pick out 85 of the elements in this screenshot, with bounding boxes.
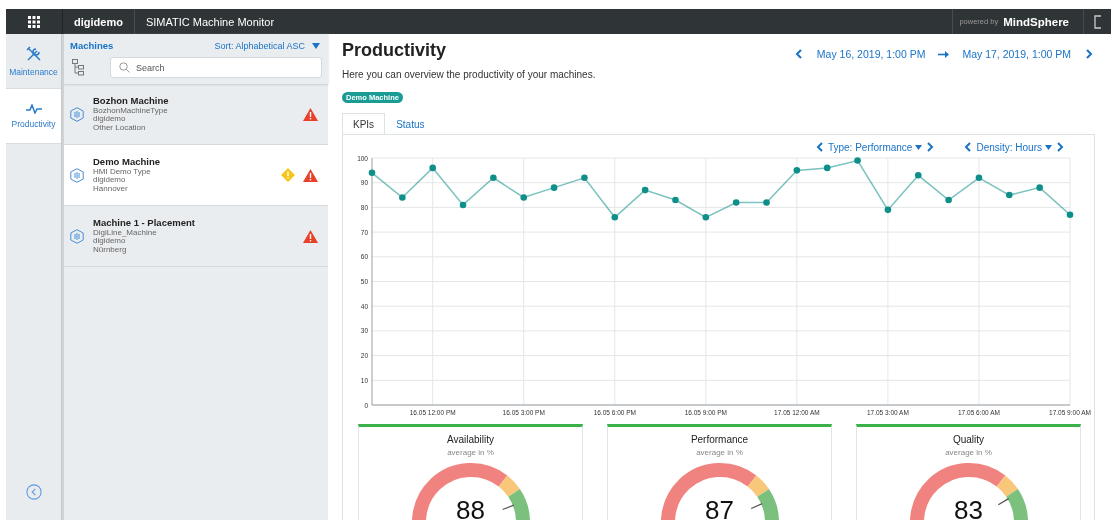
kpi-title: Performance <box>690 434 749 445</box>
nav-item[interactable]: Productivity <box>6 89 61 144</box>
data-point <box>490 174 497 182</box>
data-point <box>550 184 558 191</box>
gauge-needle <box>501 504 514 511</box>
data-point <box>884 206 892 214</box>
machine-list-item[interactable]: Machine 1 - Placement DigiLine_Machine digidemo Nürnberg <box>64 206 328 267</box>
pulse-icon <box>25 103 42 114</box>
machine-tenant: digidemo <box>93 237 126 246</box>
kpi-value: 88 <box>455 495 486 520</box>
data-point <box>793 167 801 174</box>
next-period-button[interactable] <box>1084 49 1095 59</box>
machine-list-item[interactable]: Demo Machine HMI Demo Type digidemo Hannover <box>64 145 328 206</box>
machine-type: BozhonMachineType <box>93 106 169 116</box>
data-point <box>1006 191 1013 199</box>
machine-icon <box>70 228 84 244</box>
data-point <box>520 194 528 201</box>
arrow-right-icon <box>938 50 950 58</box>
app-grid-icon[interactable] <box>28 15 40 28</box>
logout-icon[interactable] <box>1094 14 1102 29</box>
search-icon <box>119 62 130 73</box>
machine-icon <box>70 106 84 122</box>
kpi-value: 87 <box>704 495 735 520</box>
page-title: Productivity <box>342 40 447 61</box>
machine-name: Demo Machine <box>93 156 162 167</box>
error-icon <box>303 168 318 182</box>
type-dropdown[interactable]: Type: Performance <box>827 141 923 153</box>
data-point <box>672 196 679 204</box>
error-icon <box>303 229 318 243</box>
end-date[interactable]: May 17, 2019, 1:00 PM <box>962 48 1071 60</box>
panel-title: Machines <box>70 40 114 51</box>
data-point <box>702 214 710 221</box>
machine-location: Other Location <box>93 123 147 133</box>
machine-location: Nürnberg <box>93 245 128 255</box>
sort-dropdown[interactable]: Sort: Alphabetical ASC <box>214 40 322 51</box>
kpi-subtitle: average in % <box>945 448 992 457</box>
kpi-subtitle: average in % <box>447 448 494 457</box>
data-point <box>641 186 649 194</box>
next-density-button[interactable] <box>1055 142 1066 152</box>
kpi-title: Quality <box>952 434 985 445</box>
data-point <box>732 199 740 206</box>
brand-name: MindSphere <box>1003 15 1069 28</box>
data-point <box>1036 184 1043 191</box>
data-point <box>429 164 436 172</box>
machine-tenant: digidemo <box>93 115 126 124</box>
caret-icon <box>312 42 320 49</box>
kpi-title: Availability <box>446 434 495 445</box>
data-point <box>581 174 588 182</box>
tab[interactable]: Status <box>385 113 436 135</box>
start-date[interactable]: May 16, 2019, 1:00 PM <box>816 48 926 60</box>
data-point <box>1066 211 1074 219</box>
machine-name: Machine 1 - Placement <box>93 217 196 228</box>
kpi-subtitle: average in % <box>696 448 743 457</box>
machine-tenant: digidemo <box>93 176 127 185</box>
page-description: Here you can overview the productivity of your machines. <box>342 69 597 80</box>
hierarchy-icon[interactable] <box>72 59 84 76</box>
data-point <box>945 196 952 204</box>
tools-icon <box>25 45 42 62</box>
tenant-name: digidemo <box>74 15 123 28</box>
data-point <box>914 172 922 179</box>
data-point <box>399 194 406 201</box>
machine-type: DigiLine_Machine <box>93 228 158 237</box>
data-point <box>763 199 770 206</box>
machine-name: Bozhon Machine <box>93 95 170 106</box>
data-point <box>854 157 861 164</box>
caret-icon <box>1045 144 1052 150</box>
search-field[interactable]: Search <box>110 57 322 78</box>
data-point <box>823 164 831 172</box>
caret-icon <box>915 144 923 150</box>
gauge-needle <box>750 503 763 510</box>
data-point <box>459 201 467 209</box>
data-point <box>611 214 619 221</box>
app-title: SIMATIC Machine Monitor <box>145 15 275 28</box>
density-dropdown[interactable]: Density: Hours <box>976 141 1052 153</box>
kpi-value: 83 <box>953 495 984 520</box>
tab[interactable]: KPIs <box>342 113 386 135</box>
data-point <box>975 174 983 182</box>
previous-density-button[interactable] <box>962 142 974 152</box>
machine-type: HMI Demo Type <box>93 167 152 177</box>
machine-icon <box>70 167 84 183</box>
machine-location: Hannover <box>93 184 129 194</box>
warning-icon <box>281 168 295 182</box>
error-icon <box>303 107 318 121</box>
gauge-needle <box>997 497 1009 506</box>
data-point <box>368 169 376 177</box>
